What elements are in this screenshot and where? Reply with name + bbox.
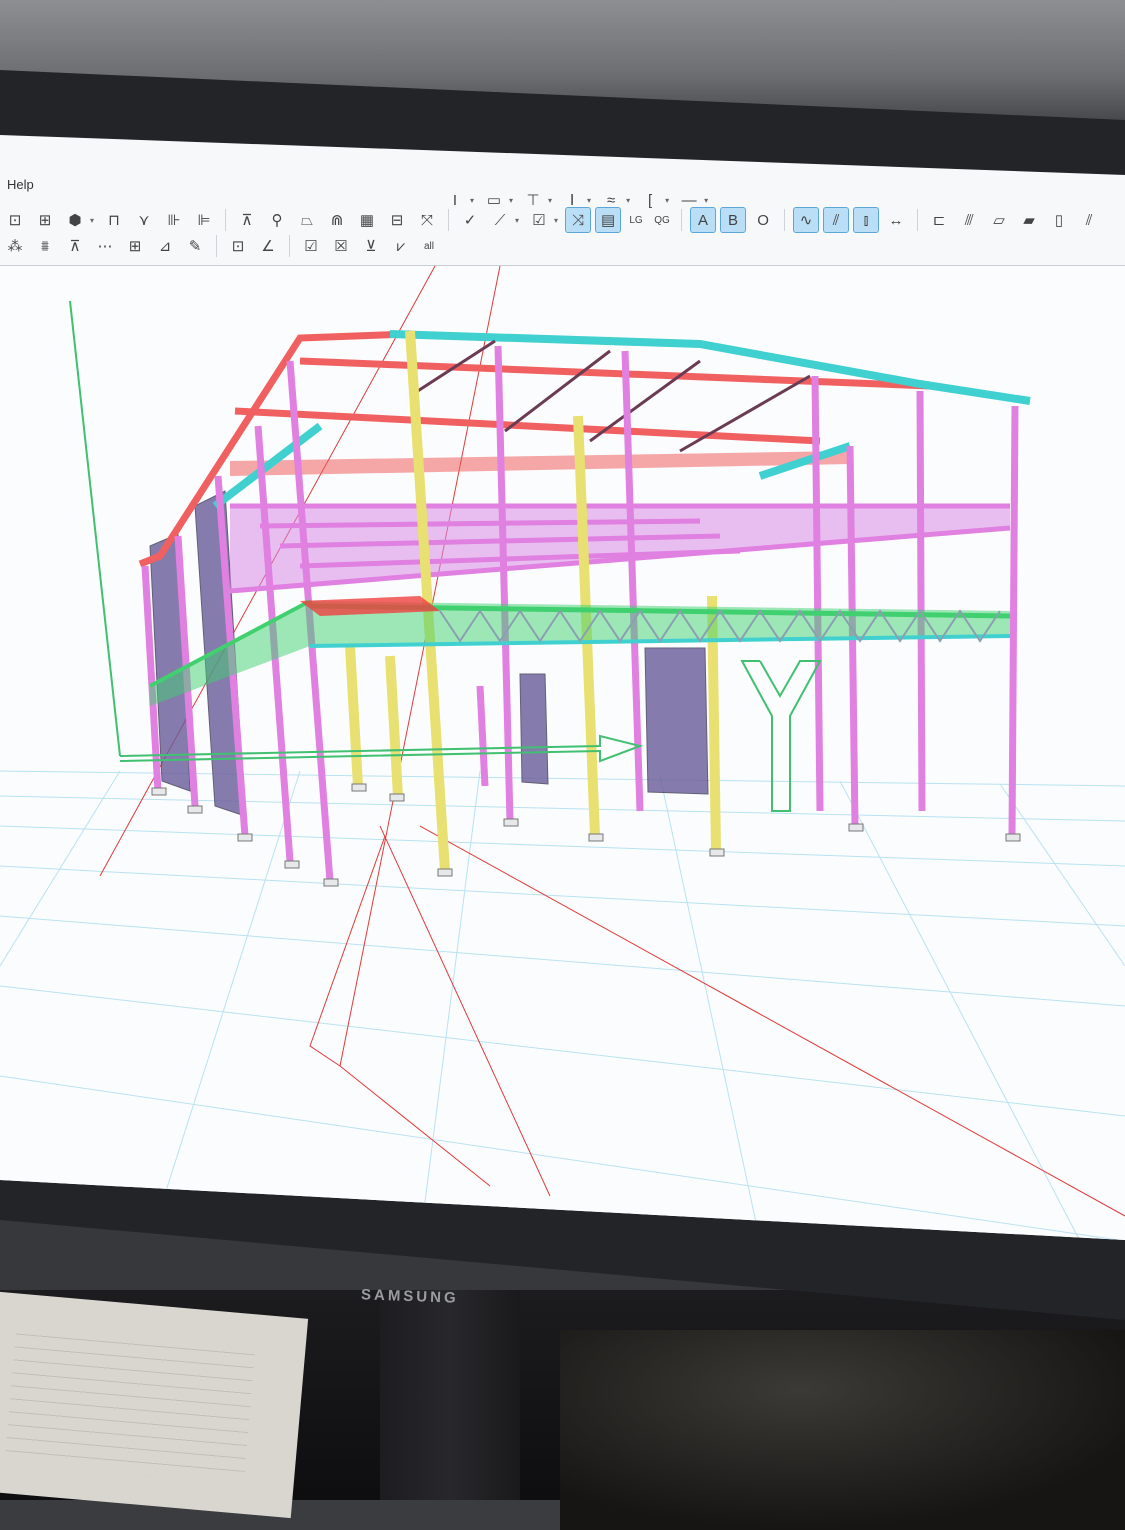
- pencil-icon[interactable]: ✎: [183, 234, 207, 258]
- structure-model[interactable]: Y: [0, 266, 1125, 1241]
- zoom-fit-icon[interactable]: ⊡: [226, 234, 250, 258]
- paper-document: [0, 1291, 309, 1519]
- check-multi-icon[interactable]: ⩗: [389, 234, 413, 258]
- monitor-stand: [380, 1290, 520, 1500]
- wind-icon[interactable]: ⊿: [153, 234, 177, 258]
- toolbar-row-3: ⁂ ⩩ ⊼ ⋯ ⊞ ⊿ ✎ ⊡ ∠ ☑ ☒ ⊻ ⩗ all: [0, 229, 1125, 263]
- plastic-bag: [560, 1330, 1125, 1530]
- monitor-brand: SAMSUNG: [360, 1286, 459, 1307]
- angle-icon[interactable]: ∠: [256, 234, 280, 258]
- check-list-icon[interactable]: ☑: [299, 234, 323, 258]
- screen: Help I ▾ ▭ ▾ ⊤ ▾ Ⅰ ▾ ≈ ▾ [▾ — ▾ ⊡ ⊞ ⬢ ▾ ⊓ ⋎ ⊪ ⊫…: [0, 135, 1125, 1241]
- member-icon[interactable]: ⋯: [93, 234, 117, 258]
- check-bar-icon[interactable]: ⊻: [359, 234, 383, 258]
- 3d-viewport[interactable]: Y: [0, 265, 1125, 1241]
- upper-floor: [229, 503, 1011, 594]
- mesh-icon[interactable]: ⊞: [123, 234, 147, 258]
- support-icon[interactable]: ⊼: [63, 234, 87, 258]
- ground-grid: [0, 770, 1125, 1240]
- load-icon[interactable]: ⩩: [33, 234, 57, 258]
- node-icon[interactable]: ⁂: [3, 234, 27, 258]
- check-x-icon[interactable]: ☒: [329, 234, 353, 258]
- check-all-button[interactable]: all: [419, 234, 439, 258]
